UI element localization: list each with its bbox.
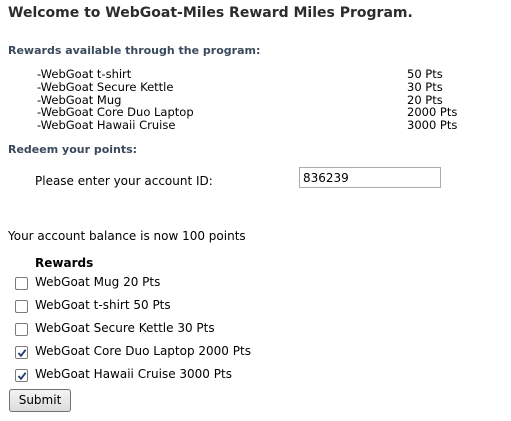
redeem-section-label: Redeem your points: <box>8 143 138 156</box>
reward-checkbox-laptop[interactable] <box>15 346 28 359</box>
reward-checkbox-kettle[interactable] <box>15 323 28 336</box>
reward-name: -WebGoat Hawaii Cruise <box>37 118 176 132</box>
reward-points: 2000 Pts <box>407 105 458 119</box>
reward-name: -WebGoat Secure Kettle <box>37 80 174 94</box>
reward-checkbox-mug[interactable] <box>15 277 28 290</box>
reward-name: -WebGoat Core Duo Laptop <box>37 105 194 119</box>
reward-points: 50 Pts <box>407 67 443 81</box>
rewards-section-label: Rewards available through the program: <box>8 44 261 57</box>
page-title: Welcome to WebGoat-Miles Reward Miles Pr… <box>8 5 413 21</box>
checkmark-icon <box>17 349 27 358</box>
submit-button[interactable]: Submit <box>9 389 71 412</box>
reward-checkbox-cruise[interactable] <box>15 369 28 382</box>
reward-option-label: WebGoat Secure Kettle 30 Pts <box>35 321 215 335</box>
rewards-header: Rewards <box>35 256 94 270</box>
checkmark-icon <box>17 372 27 381</box>
reward-list-item: -WebGoat t-shirt 50 Pts <box>37 68 467 80</box>
reward-option-label: WebGoat t-shirt 50 Pts <box>35 298 171 312</box>
reward-option-label: WebGoat Core Duo Laptop 2000 Pts <box>35 344 251 358</box>
account-id-input[interactable] <box>299 167 441 188</box>
reward-points: 30 Pts <box>407 80 443 94</box>
reward-checkbox-tshirt[interactable] <box>15 300 28 313</box>
reward-name: -WebGoat t-shirt <box>37 67 132 81</box>
balance-message: Your account balance is now 100 points <box>8 229 246 243</box>
reward-points: 3000 Pts <box>407 118 458 132</box>
reward-option-label: WebGoat Mug 20 Pts <box>35 275 161 289</box>
reward-list-item: -WebGoat Hawaii Cruise 3000 Pts <box>37 119 467 131</box>
reward-list-item: -WebGoat Core Duo Laptop 2000 Pts <box>37 106 467 118</box>
account-id-label: Please enter your account ID: <box>35 174 213 188</box>
reward-list-item: -WebGoat Secure Kettle 30 Pts <box>37 81 467 93</box>
reward-option-label: WebGoat Hawaii Cruise 3000 Pts <box>35 367 232 381</box>
